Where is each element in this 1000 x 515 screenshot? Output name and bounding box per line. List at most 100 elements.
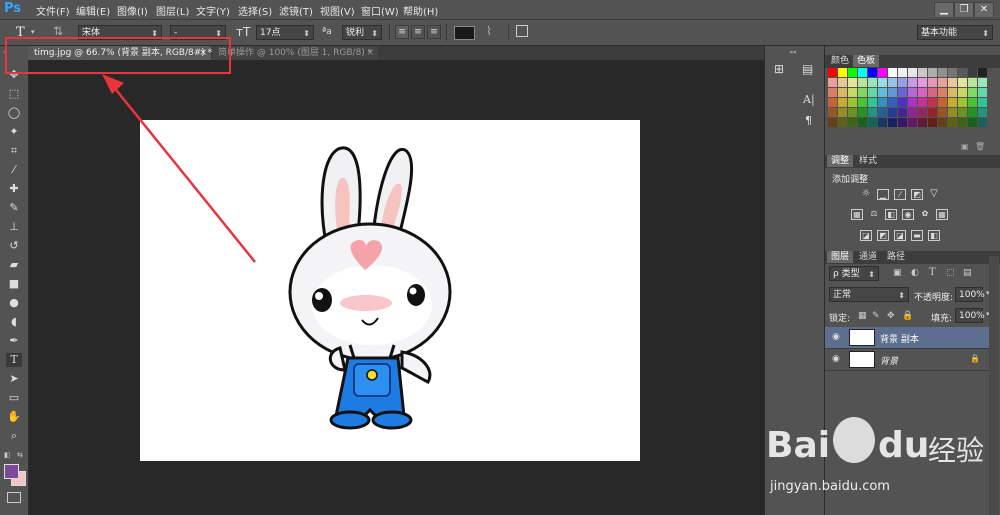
swatch[interactable] bbox=[838, 78, 847, 87]
document-canvas[interactable] bbox=[140, 120, 640, 461]
gradient-tool-icon[interactable]: ■ bbox=[6, 277, 22, 291]
clone-stamp-tool-icon[interactable]: ⊥ bbox=[6, 220, 22, 234]
tab-channels[interactable]: 通道 bbox=[855, 251, 881, 263]
swatch[interactable] bbox=[868, 108, 877, 117]
swatch[interactable] bbox=[918, 68, 927, 77]
hand-tool-icon[interactable]: ✋ bbox=[6, 410, 22, 424]
swatch[interactable] bbox=[888, 68, 897, 77]
channel-mixer-icon[interactable]: ✿ bbox=[919, 209, 931, 220]
swatch[interactable] bbox=[868, 118, 877, 127]
paragraph-panel-icon[interactable]: ¶ bbox=[805, 114, 812, 127]
close-button[interactable]: ✕ bbox=[974, 2, 994, 18]
layer-row-background[interactable]: ◉ 背景 🔒 bbox=[825, 349, 989, 371]
swatch[interactable] bbox=[938, 118, 947, 127]
layer-filter-select[interactable]: ρ 类型 ⬍ bbox=[829, 266, 879, 281]
swatch[interactable] bbox=[828, 88, 837, 97]
swatch[interactable] bbox=[908, 98, 917, 107]
properties-panel-icon[interactable]: ▤ bbox=[802, 62, 813, 76]
swatch[interactable] bbox=[938, 98, 947, 107]
swatch[interactable] bbox=[938, 88, 947, 97]
selective-color-icon[interactable]: ◧ bbox=[928, 230, 940, 241]
align-right-icon[interactable]: ≡ bbox=[427, 25, 441, 39]
gradient-map-icon[interactable]: ▬ bbox=[911, 230, 923, 241]
swatch[interactable] bbox=[968, 118, 977, 127]
swatch[interactable] bbox=[898, 108, 907, 117]
swatch[interactable] bbox=[928, 68, 937, 77]
swatch[interactable] bbox=[838, 118, 847, 127]
lock-transparent-icon[interactable]: ▦ bbox=[858, 311, 867, 321]
type-tool-icon[interactable]: T bbox=[6, 353, 22, 367]
tab-paths[interactable]: 路径 bbox=[883, 251, 909, 263]
swatch[interactable] bbox=[898, 118, 907, 127]
font-style-select[interactable]: - ⬍ bbox=[170, 25, 226, 40]
menu-help[interactable]: 帮助(H) bbox=[403, 3, 438, 18]
swatch[interactable] bbox=[928, 78, 937, 87]
filter-smart-object-icon[interactable]: ▤ bbox=[963, 268, 972, 278]
type-tool-icon[interactable]: T bbox=[16, 25, 25, 40]
opacity-field[interactable]: 100% bbox=[955, 287, 985, 302]
swatch[interactable] bbox=[958, 118, 967, 127]
character-panel-icon[interactable] bbox=[516, 25, 528, 37]
swatch[interactable] bbox=[838, 108, 847, 117]
collapse-chevron-icon[interactable]: ◂◂ bbox=[789, 48, 796, 56]
swatch[interactable] bbox=[828, 68, 837, 77]
swatch[interactable] bbox=[888, 108, 897, 117]
swatch[interactable] bbox=[858, 108, 867, 117]
swatch[interactable] bbox=[938, 108, 947, 117]
posterize-icon[interactable]: ◩ bbox=[877, 230, 889, 241]
swatch[interactable] bbox=[848, 68, 857, 77]
pen-tool-icon[interactable]: ✒ bbox=[6, 334, 22, 348]
swatch[interactable] bbox=[888, 88, 897, 97]
swatch[interactable] bbox=[918, 98, 927, 107]
swatch[interactable] bbox=[928, 108, 937, 117]
filter-pixel-icon[interactable]: ▣ bbox=[893, 268, 902, 278]
filter-shape-icon[interactable]: ⬚ bbox=[946, 268, 955, 278]
swatch[interactable] bbox=[908, 68, 917, 77]
tab-layers[interactable]: 图层 bbox=[827, 251, 854, 263]
swatch[interactable] bbox=[968, 88, 977, 97]
swatch[interactable] bbox=[878, 88, 887, 97]
swatches-grid[interactable] bbox=[825, 68, 995, 134]
swatch[interactable] bbox=[898, 88, 907, 97]
lock-image-icon[interactable]: ✎ bbox=[872, 311, 880, 321]
swatch[interactable] bbox=[908, 108, 917, 117]
workspace-select[interactable]: 基本功能 ⬍ bbox=[917, 25, 993, 40]
font-size-field[interactable]: 17点 ⬍ bbox=[256, 25, 314, 40]
menu-select[interactable]: 选择(S) bbox=[238, 3, 272, 18]
curves-icon[interactable]: ⁄ bbox=[894, 189, 906, 200]
tab-swatches[interactable]: 色板 bbox=[853, 55, 880, 67]
layers-scrollbar[interactable] bbox=[989, 256, 999, 515]
character-panel-icon[interactable]: A| bbox=[803, 93, 815, 106]
swatch[interactable] bbox=[908, 118, 917, 127]
menu-view[interactable]: 视图(V) bbox=[320, 3, 355, 18]
swatch[interactable] bbox=[898, 68, 907, 77]
swatch[interactable] bbox=[948, 68, 957, 77]
eyedropper-tool-icon[interactable]: ⁄ bbox=[6, 163, 22, 177]
swatch[interactable] bbox=[848, 108, 857, 117]
dodge-tool-icon[interactable]: ◖ bbox=[6, 315, 22, 329]
swatch[interactable] bbox=[838, 68, 847, 77]
swatch[interactable] bbox=[958, 88, 967, 97]
swatch[interactable] bbox=[938, 78, 947, 87]
swatch[interactable] bbox=[868, 88, 877, 97]
menu-file[interactable]: 文件(F) bbox=[36, 3, 70, 18]
history-panel-icon[interactable]: ⊞ bbox=[774, 62, 784, 76]
invert-icon[interactable]: ◪ bbox=[860, 230, 872, 241]
swatch[interactable] bbox=[948, 78, 957, 87]
vibrance-icon[interactable]: ▽ bbox=[928, 189, 940, 200]
color-lookup-icon[interactable]: ▦ bbox=[936, 209, 948, 220]
menu-edit[interactable]: 编辑(E) bbox=[76, 3, 110, 18]
move-tool-icon[interactable]: ✥ bbox=[6, 68, 22, 82]
swatch[interactable] bbox=[958, 78, 967, 87]
history-brush-tool-icon[interactable]: ↺ bbox=[6, 239, 22, 253]
swatch[interactable] bbox=[978, 118, 987, 127]
swatch[interactable] bbox=[828, 118, 837, 127]
foreground-color-swatch[interactable] bbox=[4, 464, 19, 479]
font-family-select[interactable]: 宋体 ⬍ bbox=[78, 25, 162, 40]
tab-color[interactable]: 颜色 bbox=[827, 55, 853, 67]
filter-adjustment-icon[interactable]: ◐ bbox=[911, 268, 919, 278]
color-balance-icon[interactable]: ⚖ bbox=[868, 209, 880, 220]
lock-all-icon[interactable]: 🔒 bbox=[902, 311, 913, 321]
default-colors-icon[interactable]: ◧ bbox=[4, 451, 11, 459]
swatch[interactable] bbox=[968, 78, 977, 87]
